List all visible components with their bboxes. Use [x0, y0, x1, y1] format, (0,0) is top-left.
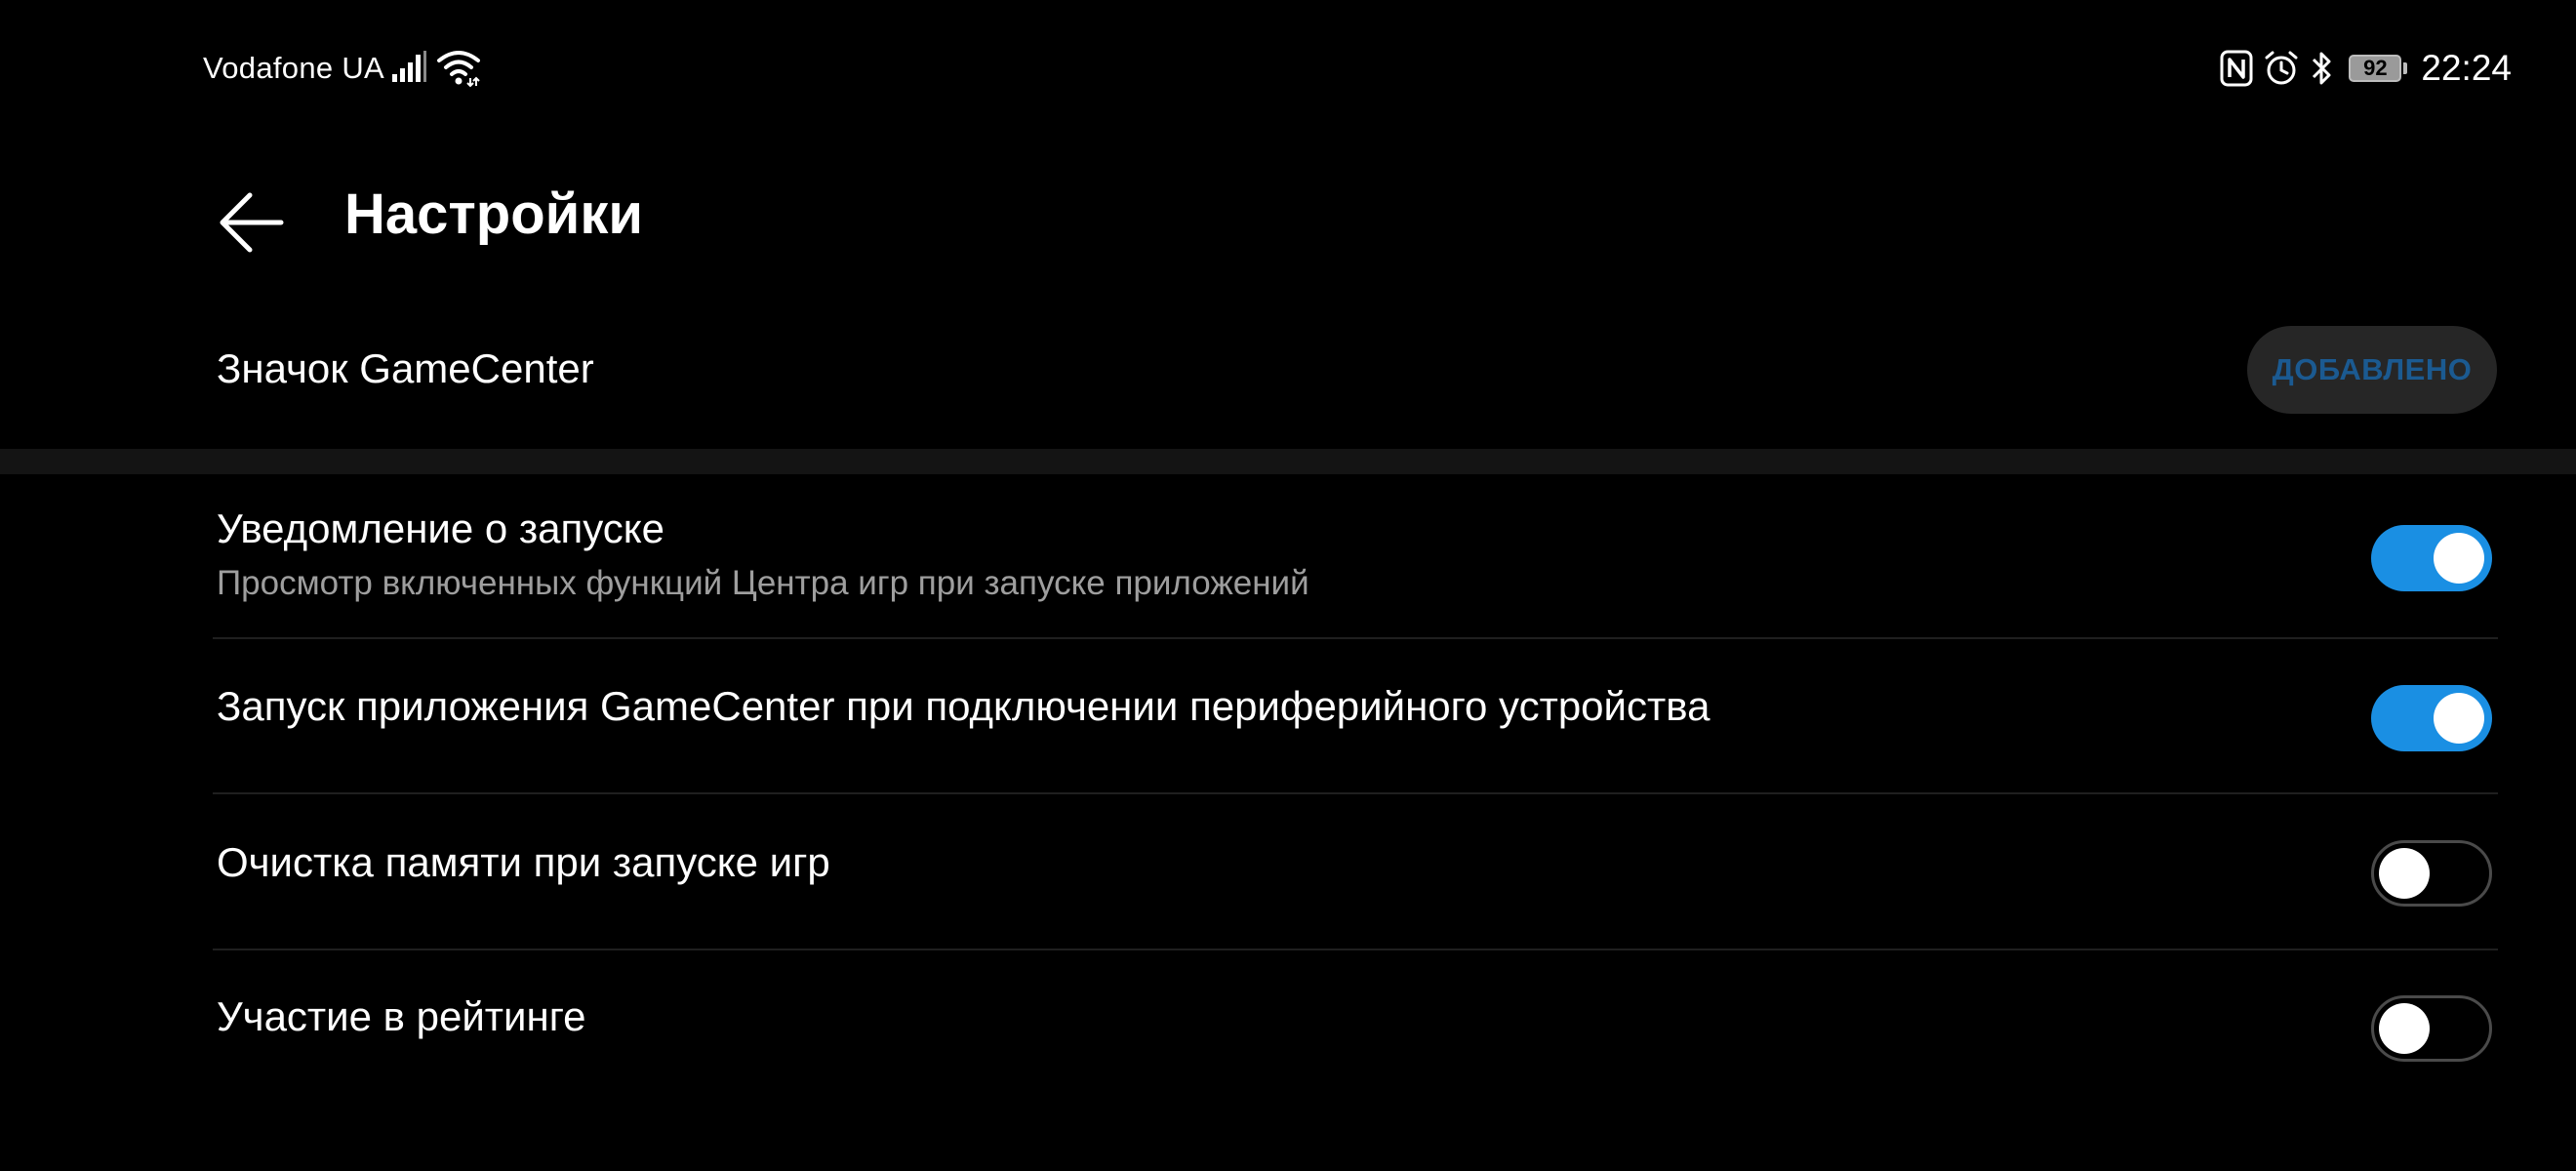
alarm-icon [2265, 51, 2298, 85]
setting-row-rating-participation[interactable]: Участие в рейтинге [0, 950, 2576, 1107]
toggle-switch[interactable] [2371, 685, 2492, 751]
toggle-switch[interactable] [2371, 840, 2492, 907]
section-divider [0, 449, 2576, 474]
page-title: Настройки [344, 182, 644, 246]
back-button[interactable] [215, 183, 293, 262]
gamecenter-icon-label: Значок GameCenter [217, 345, 594, 391]
setting-title: Запуск приложения GameCenter при подключ… [217, 683, 1711, 729]
toggle-knob [2379, 1003, 2430, 1054]
gamecenter-icon-row: Значок GameCenter ДОБАВЛЕНО [0, 312, 2576, 449]
setting-title: Участие в рейтинге [217, 993, 586, 1039]
setting-row-launch-notification[interactable]: Уведомление о запуске Просмотр включенны… [0, 474, 2576, 639]
carrier-name: Vodafone UA [203, 51, 385, 85]
setting-title: Очистка памяти при запуске игр [217, 839, 830, 885]
signal-icon [392, 51, 426, 82]
arrow-left-icon [220, 192, 284, 253]
bluetooth-icon [2313, 52, 2331, 85]
clock: 22:24 [2421, 48, 2512, 88]
setting-row-launch-on-peripheral[interactable]: Запуск приложения GameCenter при подключ… [0, 638, 2576, 794]
status-icons-right: 92 22:24 [2210, 43, 2512, 94]
toggle-knob [2434, 533, 2484, 584]
toggle-knob [2379, 848, 2430, 899]
added-button[interactable]: ДОБАВЛЕНО [2247, 326, 2497, 414]
battery-icon: 92 [2349, 55, 2408, 82]
app-header: Настройки [0, 156, 2576, 273]
wifi-icon [437, 51, 480, 88]
setting-row-memory-cleanup[interactable]: Очистка памяти при запуске игр [0, 794, 2576, 950]
toggle-switch[interactable] [2371, 995, 2492, 1062]
toggle-switch[interactable] [2371, 525, 2492, 591]
status-bar: Vodafone UA 92 22:24 [0, 0, 2576, 137]
battery-level: 92 [2363, 56, 2388, 80]
setting-subtitle: Просмотр включенных функций Центра игр п… [217, 564, 1309, 602]
setting-title: Уведомление о запуске [217, 505, 665, 551]
toggle-knob [2434, 693, 2484, 744]
settings-screen: Vodafone UA 92 22:24 Настройки Значок Ga… [0, 0, 2576, 1171]
nfc-icon [2220, 50, 2253, 87]
